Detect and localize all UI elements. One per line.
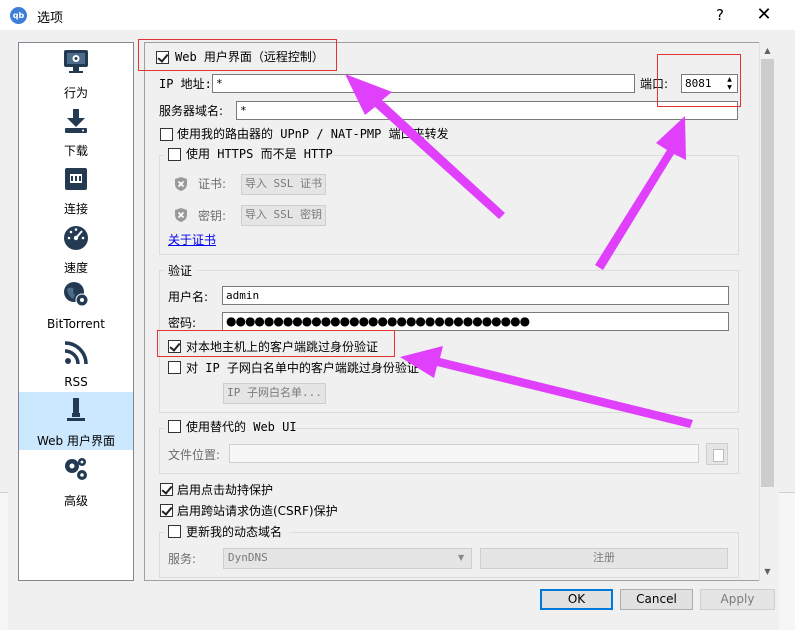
background-window-edge-right — [779, 492, 795, 630]
highlight-box-port — [657, 54, 741, 107]
download-icon — [65, 109, 87, 133]
key-label: 密钥: — [198, 209, 227, 223]
speedometer-icon — [64, 226, 88, 250]
dyndns-service-label: 服务: — [168, 552, 197, 566]
sidebar-item-downloads[interactable]: 下载 — [19, 101, 133, 159]
clickjacking-checkbox[interactable] — [160, 483, 173, 496]
server-domain-label: 服务器域名: — [159, 104, 224, 118]
sidebar-item-label: 连接 — [63, 202, 88, 216]
title-bar: qb 选项 ? ✕ — [0, 0, 795, 30]
sidebar-item-label: Web 用户界面 — [37, 434, 115, 448]
network-icon — [65, 168, 87, 190]
monitor-icon — [64, 50, 88, 73]
globe-gear-icon — [64, 282, 89, 307]
scrollbar-thumb[interactable] — [761, 59, 774, 487]
about-certificates-link[interactable]: 关于证书 — [168, 233, 216, 247]
gears-icon — [65, 458, 87, 480]
qbittorrent-logo-icon: qb — [10, 7, 27, 24]
alternative-webui-checkbox[interactable] — [168, 420, 181, 433]
key-shield-icon — [175, 208, 187, 222]
import-ssl-cert-button[interactable]: 导入 SSL 证书 — [241, 174, 326, 195]
upnp-label: 使用我的路由器的 UPnP / NAT-PMP 端口来转发 — [177, 127, 449, 141]
chevron-down-icon: ▼ — [458, 553, 465, 562]
ip-address-label: IP 地址: — [159, 77, 212, 91]
password-label: 密码: — [168, 316, 197, 330]
files-location-label: 文件位置: — [168, 448, 221, 462]
dyndns-service-select[interactable]: DynDNS — [223, 548, 472, 569]
dyndns-checkbox[interactable] — [168, 525, 181, 538]
sidebar-item-bittorrent[interactable]: BitTorrent — [19, 275, 133, 333]
upnp-checkbox[interactable] — [160, 128, 173, 141]
password-input[interactable]: ●●●●●●●●●●●●●●●●●●●●●●●●●●●●●●●● — [222, 312, 729, 331]
sidebar-item-advanced[interactable]: 高级 — [19, 450, 133, 508]
certificate-label: 证书: — [198, 177, 227, 191]
username-input[interactable]: admin — [222, 286, 729, 305]
ip-address-input[interactable]: * — [212, 74, 635, 93]
sidebar-item-speed[interactable]: 速度 — [19, 217, 133, 275]
sidebar-item-label: BitTorrent — [47, 317, 105, 331]
sidebar-item-label: 行为 — [63, 86, 88, 100]
dyndns-service-value: DynDNS — [228, 551, 268, 564]
cancel-button[interactable]: Cancel — [620, 589, 693, 610]
background-window-edge-left — [0, 492, 8, 630]
bypass-whitelist-checkbox[interactable] — [168, 361, 181, 374]
dyndns-register-button[interactable]: 注册 — [480, 548, 728, 569]
apply-button[interactable]: Apply — [700, 589, 775, 610]
https-checkbox[interactable] — [168, 148, 181, 161]
sidebar-item-behavior[interactable]: 行为 — [19, 43, 133, 101]
sidebar-item-webui[interactable]: Web 用户界面 — [19, 392, 133, 450]
scroll-down-arrow-icon[interactable]: ▼ — [761, 566, 774, 578]
rss-icon — [64, 341, 88, 365]
clickjacking-label: 启用点击劫持保护 — [177, 483, 274, 497]
files-location-input[interactable] — [229, 444, 699, 463]
window-title: 选项 — [37, 11, 64, 26]
sidebar-item-label: RSS — [64, 375, 88, 389]
csrf-checkbox[interactable] — [160, 504, 173, 517]
sidebar-item-label: 高级 — [63, 494, 88, 508]
csrf-label: 启用跨站请求伪造(CSRF)保护 — [177, 504, 338, 518]
sidebar-item-label: 速度 — [63, 261, 88, 275]
import-ssl-key-button[interactable]: 导入 SSL 密钥 — [241, 205, 326, 226]
bypass-whitelist-label: 对 IP 子网白名单中的客户端跳过身份验证 — [186, 361, 419, 375]
authentication-group-title: 验证 — [168, 264, 193, 278]
sidebar-item-connection[interactable]: 连接 — [19, 159, 133, 217]
ethernet-icon — [67, 398, 85, 421]
close-button[interactable]: ✕ — [752, 3, 776, 27]
dyndns-label: 更新我的动态域名 — [186, 525, 283, 539]
help-button[interactable]: ? — [708, 3, 732, 27]
alternative-webui-label: 使用替代的 Web UI — [186, 420, 297, 434]
sidebar-item-label: 下载 — [63, 144, 88, 158]
ok-button[interactable]: OK — [540, 589, 613, 610]
highlight-box-bypass-localhost — [157, 330, 395, 357]
options-sidebar: 行为 下载 连接 速度 BitTorrent RSS Web 用户界面 高级 — [18, 42, 134, 581]
scroll-up-arrow-icon[interactable]: ▲ — [761, 45, 774, 57]
certificate-shield-icon — [175, 177, 187, 191]
sidebar-item-rss[interactable]: RSS — [19, 333, 133, 391]
ip-whitelist-button[interactable]: IP 子网白名单... — [223, 383, 326, 404]
folder-icon — [713, 449, 724, 462]
browse-files-button[interactable] — [706, 443, 728, 465]
https-label: 使用 HTTPS 而不是 HTTP — [186, 147, 333, 161]
username-label: 用户名: — [168, 290, 209, 304]
highlight-box-webui-enable — [138, 39, 337, 71]
